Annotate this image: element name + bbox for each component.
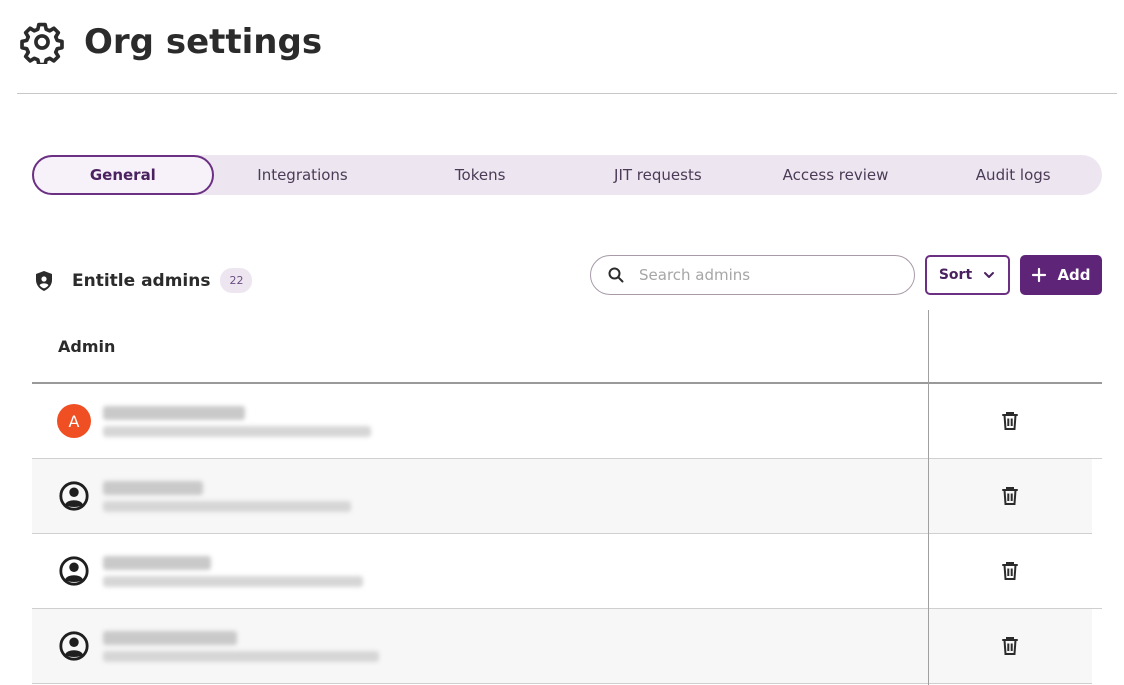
row-text [103, 405, 371, 437]
admin-email-redacted [103, 425, 371, 437]
add-admin-button[interactable]: Add [1020, 255, 1102, 295]
admin-name-redacted [103, 480, 203, 495]
section-title: Entitle admins [72, 270, 211, 291]
plus-icon [1032, 267, 1047, 283]
section-header: Entitle admins 22 [34, 268, 253, 293]
admins-table: Admin A [32, 310, 1102, 684]
user-circle-icon [57, 629, 91, 663]
avatar: A [57, 404, 91, 438]
admin-email-redacted [103, 575, 363, 587]
shield-icon [34, 270, 54, 292]
user-circle-icon [57, 554, 91, 588]
tab-access-review[interactable]: Access review [747, 155, 925, 195]
settings-tabs: General Integrations Tokens JIT requests… [32, 155, 1102, 195]
header-divider [17, 93, 1117, 94]
gear-icon [20, 20, 64, 64]
chevron-down-icon [984, 272, 995, 278]
trash-icon[interactable] [1000, 635, 1020, 657]
admin-count-badge: 22 [220, 268, 253, 293]
trash-icon[interactable] [1000, 560, 1020, 582]
admin-name-redacted [103, 555, 211, 570]
table-header: Admin [32, 310, 1102, 384]
add-label: Add [1057, 266, 1091, 284]
table-row [32, 609, 1092, 684]
tab-integrations[interactable]: Integrations [214, 155, 392, 195]
table-row [32, 459, 1092, 534]
trash-icon[interactable] [1000, 485, 1020, 507]
page-header: Org settings [20, 18, 322, 66]
table-row: A [32, 384, 1102, 459]
tab-jit-requests[interactable]: JIT requests [569, 155, 747, 195]
search-box[interactable] [590, 255, 915, 295]
admin-name-redacted [103, 405, 245, 420]
search-icon [607, 266, 625, 284]
column-header-admin: Admin [58, 336, 116, 356]
tab-tokens[interactable]: Tokens [391, 155, 569, 195]
sort-label: Sort [938, 267, 973, 283]
tab-general[interactable]: General [32, 155, 214, 195]
admin-email-redacted [103, 650, 379, 662]
trash-icon[interactable] [1000, 410, 1020, 432]
admin-email-redacted [103, 500, 351, 512]
page-title: Org settings [84, 22, 323, 62]
sort-button[interactable]: Sort [925, 255, 1010, 295]
user-circle-icon [57, 479, 91, 513]
row-text [103, 480, 351, 512]
column-divider [928, 310, 929, 685]
tab-audit-logs[interactable]: Audit logs [924, 155, 1102, 195]
table-row [32, 534, 1102, 609]
row-text [103, 555, 363, 587]
search-input[interactable] [639, 266, 889, 284]
row-text [103, 630, 379, 662]
admin-name-redacted [103, 630, 237, 645]
